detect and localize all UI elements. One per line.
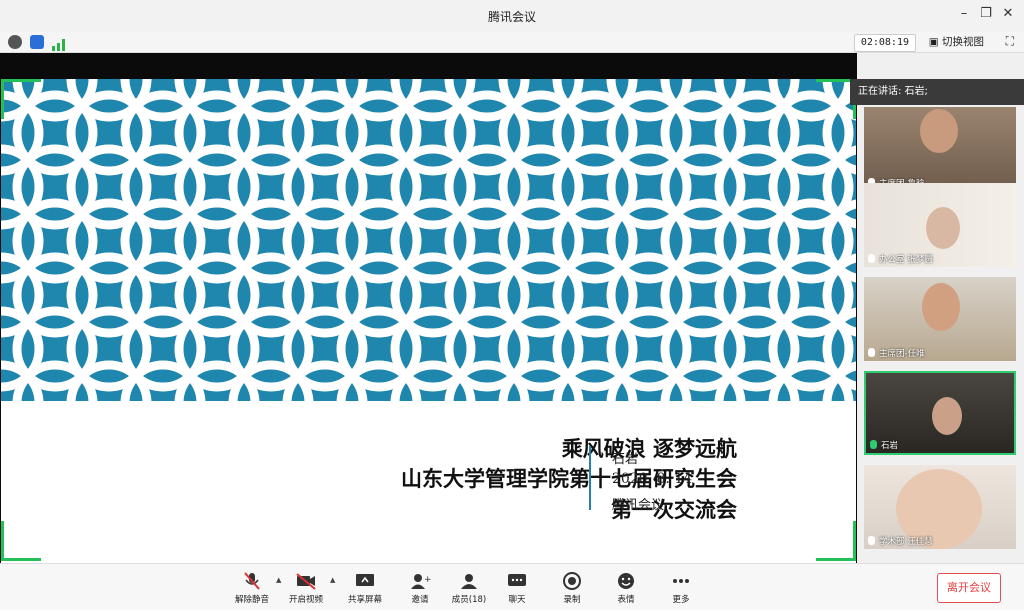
mic-off-icon: [244, 572, 260, 590]
chat-button[interactable]: 聊天: [489, 564, 545, 610]
chat-icon: [508, 574, 526, 586]
start-video-label: 开启视频: [288, 595, 323, 605]
mic-muted-icon: [868, 348, 875, 357]
more-label: 更多: [672, 595, 690, 605]
share-screen-button[interactable]: 共享屏幕: [337, 564, 393, 610]
info-icon[interactable]: [8, 35, 22, 49]
leave-meeting-button[interactable]: 离开会议: [937, 573, 1001, 603]
video-tile[interactable]: 主席团-鲁晗: [864, 107, 1016, 191]
slide-title-line1: 乘风破浪 逐梦远航: [561, 436, 737, 461]
switch-view-button[interactable]: ▣ 切换视图: [929, 34, 984, 50]
record-icon: [563, 572, 581, 590]
invite-button[interactable]: + 邀请: [392, 564, 448, 610]
mic-muted-icon: [868, 536, 875, 545]
invite-label: 邀请: [411, 595, 429, 605]
participant-face: [926, 207, 960, 249]
emoji-button[interactable]: 表情: [598, 564, 654, 610]
video-tile[interactable]: 主席团-任唯: [864, 277, 1016, 361]
corner-marker: [853, 521, 856, 561]
slide-platform: 腾讯会议: [612, 498, 665, 513]
video-options-caret[interactable]: ▲: [330, 576, 335, 584]
participant-face: [920, 109, 958, 153]
emoji-label: 表情: [617, 595, 635, 605]
unmute-button[interactable]: 解除静音: [224, 564, 280, 610]
corner-marker: [1, 79, 4, 119]
corner-marker: [816, 558, 856, 561]
record-label: 录制: [563, 595, 581, 605]
fullscreen-icon[interactable]: ⛶: [1006, 34, 1014, 49]
status-bar: 02:08:19 ▣ 切换视图 ⛶: [0, 32, 1024, 53]
mic-muted-icon: [868, 254, 875, 263]
svg-text:+: +: [424, 575, 431, 585]
video-tile[interactable]: 办公室 张梦圆: [864, 183, 1016, 267]
participant-face: [922, 283, 960, 331]
window-title: 腾讯会议: [487, 9, 536, 24]
close-icon[interactable]: ✕: [998, 6, 1018, 21]
corner-marker: [1, 521, 4, 561]
mic-active-icon: [870, 440, 877, 449]
presentation-slide: [1, 79, 856, 613]
corner-marker: [1, 558, 41, 561]
slide-date: 2020. 8. 14: [612, 471, 693, 487]
minimize-icon[interactable]: –: [954, 6, 974, 21]
participant-face: [932, 397, 962, 435]
tile-label: 主席团-任唯: [868, 347, 925, 359]
camera-off-icon: [296, 573, 316, 590]
members-icon: [461, 574, 477, 589]
share-screen-label: 共享屏幕: [347, 595, 382, 605]
meeting-toolbar: 解除静音 ▲ 开启视频 ▲ 共享屏幕 + 邀请 成员(18) 聊天 录制 表情 …: [0, 563, 1024, 610]
video-tile-active[interactable]: 石岩: [864, 371, 1016, 455]
chat-label: 聊天: [508, 595, 526, 605]
record-button[interactable]: 录制: [544, 564, 600, 610]
tile-label: 学术部 汪佳慧: [868, 535, 933, 547]
slide-pattern: [1, 79, 856, 401]
restore-icon[interactable]: ❐: [976, 6, 996, 21]
invite-icon: +: [411, 574, 431, 589]
speaking-text: 正在讲话: 石岩;: [858, 86, 928, 97]
tile-label: 办公室 张梦圆: [868, 253, 933, 265]
slide-divider: [589, 446, 591, 510]
more-button[interactable]: 更多: [653, 564, 709, 610]
more-icon: [673, 579, 689, 583]
unmute-label: 解除静音: [234, 595, 269, 605]
switch-view-label: 切换视图: [942, 36, 984, 48]
share-screen-icon: [356, 574, 374, 586]
video-tile[interactable]: 学术部 汪佳慧: [864, 465, 1016, 549]
shield-icon[interactable]: [30, 35, 44, 49]
title-bar: 腾讯会议 – ❐ ✕: [0, 0, 1024, 32]
speaking-indicator: 正在讲话: 石岩;: [850, 79, 1024, 105]
slide-speaker: 石岩: [612, 452, 639, 467]
meeting-timer: 02:08:19: [853, 34, 916, 52]
start-video-button[interactable]: 开启视频: [278, 564, 334, 610]
tile-label: 石岩: [870, 439, 898, 451]
emoji-icon: [618, 573, 634, 589]
corner-marker: [1, 79, 41, 82]
